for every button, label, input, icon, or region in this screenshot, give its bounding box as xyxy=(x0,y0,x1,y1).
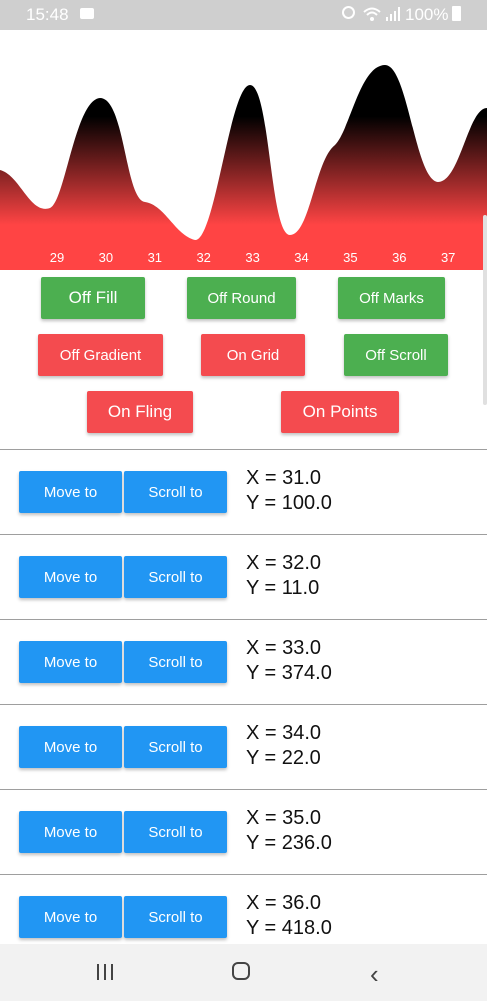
scroll-to-button[interactable]: Scroll to xyxy=(124,556,227,598)
move-to-button[interactable]: Move to xyxy=(19,471,122,513)
off-fill-button[interactable]: Off Fill xyxy=(41,277,145,319)
off-scroll-button[interactable]: Off Scroll xyxy=(344,334,448,376)
x-value: X = 33.0 xyxy=(246,637,322,659)
x-tick-label: 33 xyxy=(245,250,259,265)
off-marks-button[interactable]: Off Marks xyxy=(338,277,445,319)
scroll-to-button[interactable]: Scroll to xyxy=(124,726,227,768)
point-coords: X = 36.0 Y = 418.0 xyxy=(246,891,332,941)
area-chart[interactable]: 29 30 31 32 33 34 35 36 37 xyxy=(0,30,487,270)
x-tick-label: 37 xyxy=(441,250,455,265)
move-to-button[interactable]: Move to xyxy=(19,726,122,768)
y-value: Y = 11.0 xyxy=(246,577,320,599)
move-to-button[interactable]: Move to xyxy=(19,811,122,853)
y-value: Y = 100.0 xyxy=(246,492,332,514)
list-item: Move to Scroll to X = 33.0 Y = 374.0 xyxy=(0,620,487,705)
battery-percent: 100% xyxy=(405,5,449,24)
off-round-button[interactable]: Off Round xyxy=(187,277,296,319)
x-value: X = 34.0 xyxy=(246,722,322,744)
x-tick-label: 35 xyxy=(343,250,357,265)
scroll-to-button[interactable]: Scroll to xyxy=(124,471,227,513)
list-item: Move to Scroll to X = 32.0 Y = 11.0 xyxy=(0,535,487,620)
list-item: Move to Scroll to X = 34.0 Y = 22.0 xyxy=(0,705,487,790)
navigation-bar: ‹ xyxy=(0,944,487,1001)
list-item: Move to Scroll to X = 35.0 Y = 236.0 xyxy=(0,790,487,875)
y-value: Y = 418.0 xyxy=(246,917,332,939)
point-coords: X = 31.0 Y = 100.0 xyxy=(246,466,332,516)
x-value: X = 36.0 xyxy=(246,892,322,914)
off-gradient-button[interactable]: Off Gradient xyxy=(38,334,163,376)
x-tick-label: 34 xyxy=(294,250,308,265)
wifi-icon xyxy=(363,7,381,21)
chart-svg: 29 30 31 32 33 34 35 36 37 xyxy=(0,65,487,270)
x-tick-label: 29 xyxy=(50,250,64,265)
y-value: Y = 236.0 xyxy=(246,832,332,854)
status-bar: 15:48 100% xyxy=(0,0,487,30)
back-icon[interactable]: ‹ xyxy=(370,959,379,990)
point-coords: X = 35.0 Y = 236.0 xyxy=(246,806,332,856)
battery-icon xyxy=(452,6,461,21)
on-points-button[interactable]: On Points xyxy=(281,391,399,433)
scroll-to-button[interactable]: Scroll to xyxy=(124,811,227,853)
scroll-indicator[interactable] xyxy=(483,215,487,405)
mail-icon xyxy=(80,8,94,19)
point-coords: X = 32.0 Y = 11.0 xyxy=(246,551,321,601)
on-grid-button[interactable]: On Grid xyxy=(201,334,305,376)
move-to-button[interactable]: Move to xyxy=(19,896,122,938)
point-coords: X = 34.0 Y = 22.0 xyxy=(246,721,321,771)
x-value: X = 35.0 xyxy=(246,807,322,829)
alarm-icon xyxy=(342,6,355,19)
x-value: X = 32.0 xyxy=(246,552,322,574)
scroll-to-button[interactable]: Scroll to xyxy=(124,641,227,683)
x-tick-label: 36 xyxy=(392,250,406,265)
on-fling-button[interactable]: On Fling xyxy=(87,391,193,433)
point-coords: X = 33.0 Y = 374.0 xyxy=(246,636,332,686)
x-tick-label: 31 xyxy=(148,250,162,265)
x-tick-label: 32 xyxy=(196,250,210,265)
list-item: Move to Scroll to X = 31.0 Y = 100.0 xyxy=(0,450,487,535)
recents-icon[interactable] xyxy=(97,964,117,980)
scroll-to-button[interactable]: Scroll to xyxy=(124,896,227,938)
x-tick-label: 30 xyxy=(99,250,113,265)
x-value: X = 31.0 xyxy=(246,467,322,489)
home-icon[interactable] xyxy=(232,962,250,980)
status-time: 15:48 xyxy=(26,5,69,24)
move-to-button[interactable]: Move to xyxy=(19,641,122,683)
move-to-button[interactable]: Move to xyxy=(19,556,122,598)
y-value: Y = 22.0 xyxy=(246,747,321,769)
y-value: Y = 374.0 xyxy=(246,662,332,684)
signal-icon xyxy=(386,7,400,21)
chart-area xyxy=(0,65,487,270)
